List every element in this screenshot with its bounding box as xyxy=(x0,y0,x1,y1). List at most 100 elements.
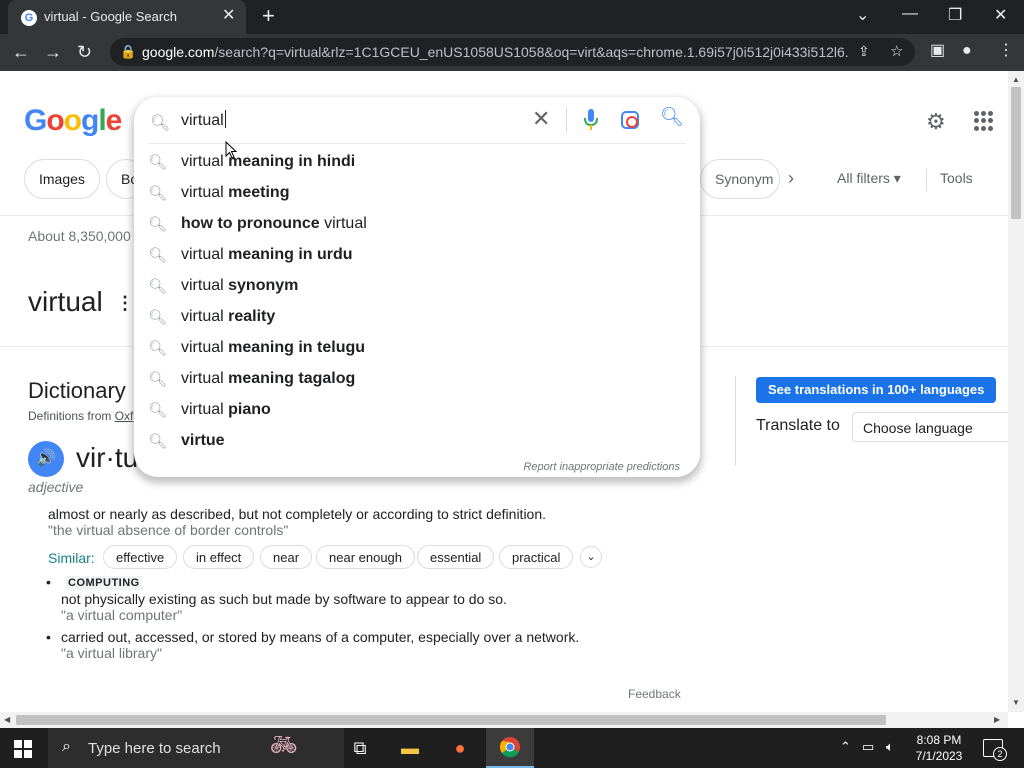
volume-muted-icon[interactable]: 🔈︎ xyxy=(886,739,894,755)
task-view-icon[interactable]: ⧉ xyxy=(336,728,384,768)
google-lens-icon[interactable] xyxy=(621,111,639,129)
definition-2: not physically existing as such but made… xyxy=(61,591,507,607)
bicycle-icon: 🚲︎ xyxy=(270,732,298,757)
tab-search-icon[interactable]: ⌄ xyxy=(856,5,869,25)
mouse-pointer-icon xyxy=(225,141,237,159)
suggestion-item[interactable]: 🔍︎ how to pronounce virtual xyxy=(134,209,700,240)
similar-chip-essential[interactable]: essential xyxy=(417,545,495,569)
logo-letter: e xyxy=(105,104,123,137)
reload-button[interactable]: ↻ xyxy=(77,41,92,63)
file-explorer-icon[interactable]: ▬ xyxy=(386,728,434,768)
close-tab-icon[interactable]: ✕ xyxy=(222,7,235,25)
similar-chip-near[interactable]: near xyxy=(260,545,313,569)
similar-chip-practical[interactable]: practical xyxy=(499,545,574,569)
suggestion-item[interactable]: 🔍︎ virtual meaning in telugu xyxy=(134,333,700,364)
suggestion-completion: synonym xyxy=(228,277,299,294)
all-filters-button[interactable]: All filters ▾ xyxy=(837,170,901,187)
bullet: • xyxy=(46,574,51,590)
taskbar-search-box[interactable]: ⌕ Type here to search 🚲︎ xyxy=(48,728,344,768)
search-icon: 🔍︎ xyxy=(150,115,171,132)
system-clock[interactable]: 8:08 PM 7/1/2023 xyxy=(912,732,966,764)
microphone-icon[interactable] xyxy=(584,109,598,131)
suggestion-prefix: virtual xyxy=(181,246,229,263)
definition-3: carried out, accessed, or stored by mean… xyxy=(61,629,580,645)
choose-language-select[interactable]: Choose language xyxy=(852,412,1008,442)
similar-chip-in-effect[interactable]: in effect xyxy=(183,545,255,569)
search-submit-icon[interactable]: 🔍︎ xyxy=(660,108,684,128)
share-icon[interactable]: ⇪ xyxy=(858,43,870,60)
google-logo[interactable]: Google xyxy=(24,104,123,138)
new-tab-button[interactable]: + xyxy=(262,5,275,27)
suggestion-completion: meaning in urdu xyxy=(228,246,353,263)
scroll-right-icon[interactable]: ▶ xyxy=(994,715,1000,724)
horizontal-scroll-thumb[interactable] xyxy=(16,715,886,725)
network-icon[interactable]: ▭ xyxy=(862,739,874,755)
scroll-up-icon[interactable]: ▲ xyxy=(1012,75,1020,84)
suggestion-item[interactable]: 🔍︎ virtual meaning in urdu xyxy=(134,240,700,271)
lock-icon: 🔒 xyxy=(120,44,137,59)
chevron-right-icon[interactable]: › xyxy=(788,168,794,189)
part-of-speech: adjective xyxy=(28,479,84,495)
suggestion-item[interactable]: 🔍︎ virtual meaning tagalog xyxy=(134,364,700,395)
suggestion-completion: meaning tagalog xyxy=(228,370,356,387)
bookmark-star-icon[interactable]: ☆ xyxy=(890,42,903,60)
suggestion-item[interactable]: 🔍︎ virtual meaning in hindi xyxy=(134,147,700,178)
report-predictions-link[interactable]: Report inappropriate predictions xyxy=(523,461,680,473)
search-icon: 🔍︎ xyxy=(148,433,168,450)
suggestion-prefix: virtual xyxy=(181,277,229,294)
scroll-left-icon[interactable]: ◀ xyxy=(4,715,10,724)
see-translations-button[interactable]: See translations in 100+ languages xyxy=(756,377,997,403)
firefox-icon[interactable]: ● xyxy=(436,728,484,768)
pronounce-speaker-icon[interactable]: 🔊 xyxy=(28,441,64,477)
forward-button[interactable]: → xyxy=(44,41,62,63)
suggestion-text: virtual meaning in urdu xyxy=(181,246,353,264)
minimize-button[interactable]: — xyxy=(902,5,918,23)
logo-letter: G xyxy=(24,104,47,137)
more-options-icon[interactable]: ⋮ xyxy=(116,293,134,314)
chip-synonyms[interactable]: Synonym xyxy=(700,159,780,199)
suggestion-text: virtual synonym xyxy=(181,277,298,295)
search-icon: 🔍︎ xyxy=(148,154,168,171)
restore-button[interactable]: ❐ xyxy=(948,5,962,25)
suggestion-text: virtue xyxy=(181,432,225,450)
chrome-icon[interactable] xyxy=(486,728,534,768)
similar-chip-near-enough[interactable]: near enough xyxy=(316,545,416,569)
clock-date: 7/1/2023 xyxy=(915,749,963,763)
suggestion-text: virtual reality xyxy=(181,308,275,326)
suggestion-prefix: virtual xyxy=(181,308,229,325)
tools-button[interactable]: Tools xyxy=(940,170,973,186)
search-input[interactable]: virtual xyxy=(181,110,226,130)
result-stats: About 8,350,000 xyxy=(28,228,131,244)
chip-images[interactable]: Images xyxy=(24,159,100,199)
settings-gear-icon[interactable]: ⚙ xyxy=(926,109,946,135)
suggestion-item[interactable]: 🔍︎ virtual synonym xyxy=(134,271,700,302)
google-apps-icon[interactable] xyxy=(974,111,994,131)
suggestion-item[interactable]: 🔍︎ virtue xyxy=(134,426,700,457)
address-bar[interactable]: 🔒 google.com/search?q=virtual&rlz=1C1GCE… xyxy=(110,38,915,66)
close-window-button[interactable]: ✕ xyxy=(994,5,1007,25)
suggestion-item[interactable]: 🔍︎ virtual piano xyxy=(134,395,700,426)
suggestion-item[interactable]: 🔍︎ virtual reality xyxy=(134,302,700,333)
suggestion-prefix: virtual xyxy=(181,339,229,356)
tab-title: virtual - Google Search xyxy=(44,9,177,24)
back-button[interactable]: ← xyxy=(12,41,30,63)
browser-tab[interactable]: G virtual - Google Search ✕ xyxy=(8,0,246,34)
search-icon: 🔍︎ xyxy=(148,216,168,233)
answer-word: virtual xyxy=(28,286,103,317)
suggestion-item[interactable]: 🔍︎ virtual meeting xyxy=(134,178,700,209)
similar-chip-effective[interactable]: effective xyxy=(103,545,178,569)
definition-1: almost or nearly as described, but not c… xyxy=(48,506,547,522)
profile-icon[interactable]: ● xyxy=(962,43,972,59)
clear-search-icon[interactable]: ✕ xyxy=(532,108,550,130)
feedback-link[interactable]: Feedback xyxy=(628,687,681,701)
side-panel-icon[interactable]: ▣ xyxy=(930,43,945,59)
menu-icon[interactable]: ⋮ xyxy=(998,43,1014,59)
vertical-scroll-thumb[interactable] xyxy=(1011,87,1021,219)
expand-similar-icon[interactable]: ⌄ xyxy=(580,546,602,568)
scroll-down-icon[interactable]: ▼ xyxy=(1012,698,1020,707)
oxford-link[interactable]: Oxf xyxy=(115,409,134,423)
example-1: "the virtual absence of border controls" xyxy=(48,522,289,538)
show-hidden-icons-icon[interactable]: ⌃ xyxy=(840,739,851,755)
windows-start-icon[interactable] xyxy=(14,740,32,758)
suggestion-completion: meeting xyxy=(228,184,290,201)
